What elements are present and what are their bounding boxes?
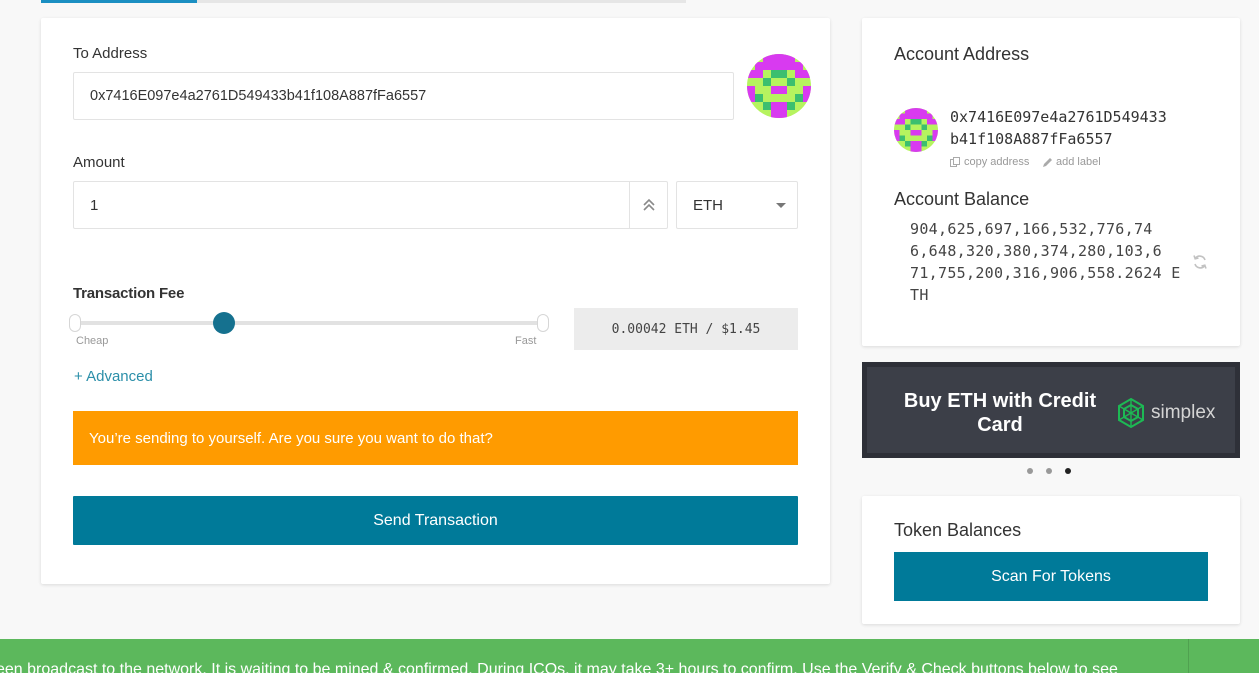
fee-slider-track[interactable] bbox=[75, 321, 545, 325]
unit-select[interactable]: ETH bbox=[676, 181, 798, 229]
notification-close-divider bbox=[1188, 639, 1189, 673]
to-address-input[interactable]: 0x7416E097e4a2761D549433b41f108A887fFa65… bbox=[73, 72, 734, 120]
carousel-dot-active[interactable] bbox=[1065, 468, 1071, 474]
account-card: Account Address 0x7416E097e4a2761D549433… bbox=[862, 18, 1240, 346]
identicon-icon bbox=[747, 54, 811, 118]
to-address-label: To Address bbox=[73, 45, 148, 62]
carousel-dot[interactable] bbox=[1027, 468, 1033, 474]
account-address-line2: b41f108A887fFa6557 bbox=[950, 130, 1113, 148]
token-balances-card: Token Balances Scan For Tokens bbox=[862, 496, 1240, 624]
simplex-logo-icon bbox=[1118, 397, 1144, 429]
copy-address-link[interactable]: copy address bbox=[950, 156, 1029, 168]
copy-address-label: copy address bbox=[964, 156, 1030, 168]
balance-line-3: 71,755,200,316,906,558.2624 E bbox=[910, 264, 1181, 282]
account-identicon-icon bbox=[894, 108, 938, 152]
fee-fast-label: Fast bbox=[515, 335, 537, 347]
promo-text: Buy ETH with Credit Card bbox=[903, 390, 1097, 436]
fee-slider-min-handle bbox=[69, 314, 81, 332]
pencil-icon bbox=[1043, 157, 1052, 167]
copy-icon bbox=[950, 156, 960, 167]
simplex-wordmark: simplex bbox=[1151, 402, 1216, 423]
balance-line-4: TH bbox=[910, 286, 929, 304]
send-form-card: To Address 0x7416E097e4a2761D549433b41f1… bbox=[41, 18, 830, 584]
send-transaction-button[interactable]: Send Transaction bbox=[73, 496, 798, 545]
balance-line-2: 6,648,320,380,374,280,103,6 bbox=[910, 242, 1162, 260]
add-label-link[interactable]: add label bbox=[1042, 156, 1101, 168]
tab-active-indicator bbox=[41, 0, 197, 3]
account-balance-title: Account Balance bbox=[894, 189, 1030, 209]
tab-bar bbox=[41, 0, 686, 3]
balance-line-1: 904,625,697,166,532,776,74 bbox=[910, 220, 1153, 238]
scan-for-tokens-button[interactable]: Scan For Tokens bbox=[894, 552, 1208, 601]
account-address-title: Account Address bbox=[894, 44, 1030, 64]
transaction-fee-label: Transaction Fee bbox=[73, 285, 185, 302]
carousel-dots bbox=[1027, 468, 1071, 474]
fee-value: 0.00042 ETH / $1.45 bbox=[574, 308, 798, 350]
chevron-double-up-icon bbox=[643, 198, 655, 211]
advanced-link[interactable]: + Advanced bbox=[74, 368, 153, 385]
amount-label: Amount bbox=[73, 154, 125, 171]
fee-slider-thumb[interactable] bbox=[213, 312, 235, 334]
self-send-warning: You’re sending to yourself. Are you sure… bbox=[73, 411, 798, 465]
notification-text: een broadcast to the network. It is wait… bbox=[0, 661, 1118, 673]
buy-eth-promo-banner[interactable]: Buy ETH with Credit Card simplex bbox=[862, 362, 1240, 458]
token-balances-title: Token Balances bbox=[894, 520, 1022, 540]
unit-select-value: ETH bbox=[693, 196, 723, 214]
refresh-icon[interactable] bbox=[1192, 254, 1208, 270]
amount-stepper[interactable] bbox=[629, 182, 668, 228]
amount-input[interactable]: 1 bbox=[73, 181, 668, 229]
caret-down-icon bbox=[776, 203, 786, 208]
fee-cheap-label: Cheap bbox=[76, 335, 109, 347]
carousel-dot[interactable] bbox=[1046, 468, 1052, 474]
account-address-line1: 0x7416E097e4a2761D549433 bbox=[950, 108, 1167, 126]
simplex-logo: simplex bbox=[1115, 397, 1215, 429]
notification-bar: een broadcast to the network. It is wait… bbox=[0, 639, 1259, 673]
add-label-label: add label bbox=[1056, 156, 1101, 168]
fee-slider-max-handle bbox=[537, 314, 549, 332]
